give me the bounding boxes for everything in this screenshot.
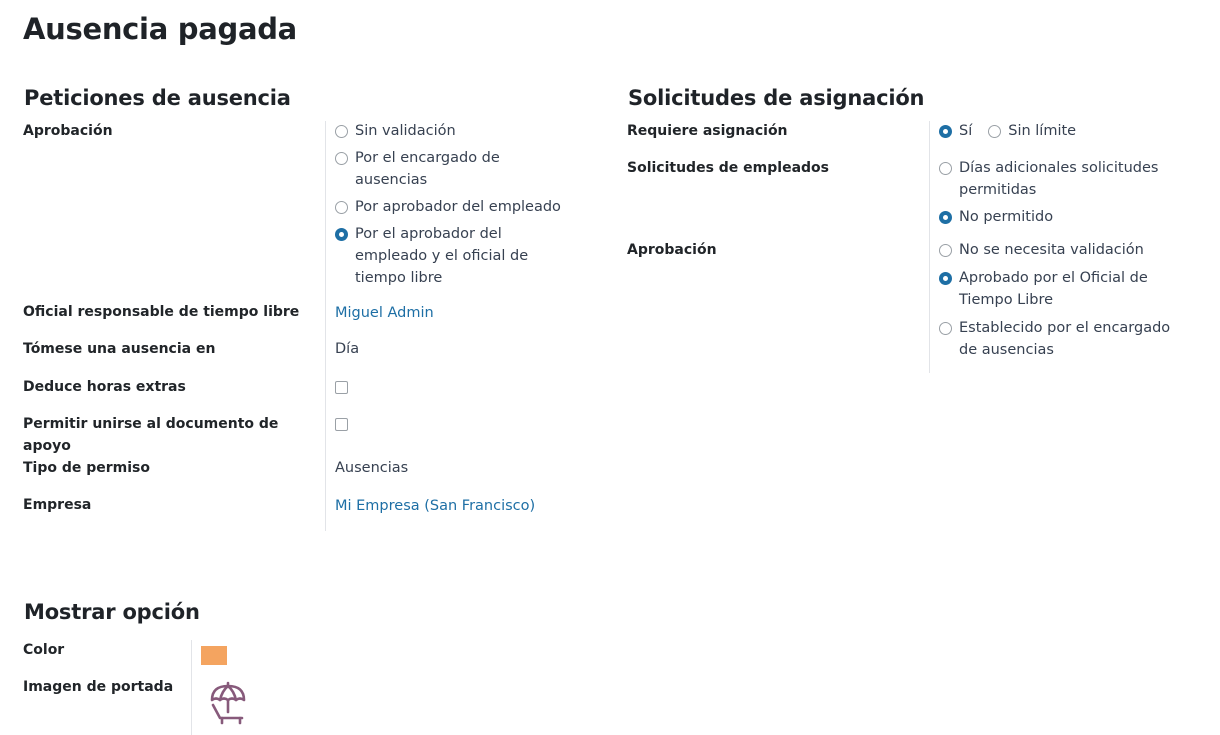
- radio-icon: [939, 162, 952, 175]
- display-divider: [191, 640, 192, 735]
- color-swatch[interactable]: [201, 646, 227, 665]
- employee-requests-option-label: Días adicionales solicitudes permitidas: [959, 160, 1159, 198]
- radio-selected-icon: [939, 211, 952, 224]
- approval-label: Aprobación: [23, 123, 113, 139]
- leave-requests-section-title: Peticiones de ausencia: [24, 86, 291, 110]
- allocation-approval-officer[interactable]: Aprobado por el Oficial de Tiempo Libre: [939, 267, 1179, 311]
- allocation-approval-option-label: Establecido por el encargado de ausencia…: [959, 320, 1171, 358]
- attach-document-checkbox[interactable]: [335, 418, 348, 431]
- color-label: Color: [23, 642, 65, 658]
- allocation-approval-option-label: Aprobado por el Oficial de Tiempo Libre: [959, 270, 1148, 308]
- radio-selected-icon: [939, 272, 952, 285]
- allocation-approval-label: Aprobación: [627, 242, 717, 258]
- page-title: Ausencia pagada: [23, 12, 297, 46]
- requires-allocation-label: Requiere asignación: [627, 123, 788, 139]
- deduct-overtime-checkbox[interactable]: [335, 381, 348, 394]
- approval-radio-group: Sin validación Por el encargado de ausen…: [335, 120, 570, 289]
- left-divider: [325, 121, 326, 531]
- approval-option-no-validation[interactable]: Sin validación: [335, 120, 570, 142]
- allocation-approval-option-label: No se necesita validación: [959, 242, 1144, 258]
- approval-option-employee-approver[interactable]: Por aprobador del empleado: [335, 196, 570, 218]
- requires-allocation-no-limit[interactable]: Sin límite: [988, 120, 1076, 142]
- requires-allocation-radio-group: Sí Sin límite: [939, 120, 1076, 142]
- deduct-overtime-label: Deduce horas extras: [23, 379, 186, 395]
- approval-option-label: Sin validación: [355, 123, 456, 139]
- allocation-approval-no-validation[interactable]: No se necesita validación: [939, 239, 1179, 261]
- radio-icon: [335, 201, 348, 214]
- take-leave-label: Tómese una ausencia en: [23, 341, 216, 357]
- take-leave-value: Día: [335, 341, 360, 357]
- radio-selected-icon: [335, 228, 348, 241]
- employee-requests-not-allowed[interactable]: No permitido: [939, 206, 1179, 228]
- employee-requests-extra-days[interactable]: Días adicionales solicitudes permitidas: [939, 157, 1179, 201]
- beach-umbrella-icon[interactable]: [207, 681, 249, 725]
- requires-option-label: Sí: [959, 123, 973, 139]
- cover-image-label: Imagen de portada: [23, 679, 174, 695]
- approval-option-time-off-manager[interactable]: Por el encargado de ausencias: [335, 147, 570, 191]
- officer-link[interactable]: Miguel Admin: [335, 302, 434, 324]
- allocation-requests-section-title: Solicitudes de asignación: [628, 86, 925, 110]
- employee-requests-radio-group: Días adicionales solicitudes permitidas …: [939, 157, 1179, 228]
- allocation-approval-radio-group: No se necesita validación Aprobado por e…: [939, 239, 1179, 361]
- radio-selected-icon: [939, 125, 952, 138]
- approval-option-label: Por aprobador del empleado: [355, 199, 561, 215]
- allocation-approval-manager[interactable]: Establecido por el encargado de ausencia…: [939, 317, 1179, 361]
- company-label: Empresa: [23, 497, 92, 513]
- employee-requests-option-label: No permitido: [959, 209, 1054, 225]
- approval-option-label: Por el encargado de ausencias: [355, 150, 500, 188]
- approval-option-both[interactable]: Por el aprobador del empleado y el ofici…: [335, 223, 570, 289]
- requires-option-label: Sin límite: [1008, 123, 1077, 139]
- requires-allocation-yes[interactable]: Sí: [939, 120, 972, 142]
- radio-icon: [335, 125, 348, 138]
- approval-option-label: Por el aprobador del empleado y el ofici…: [355, 226, 529, 286]
- radio-icon: [939, 244, 952, 257]
- display-option-section-title: Mostrar opción: [24, 600, 200, 624]
- company-link[interactable]: Mi Empresa (San Francisco): [335, 495, 535, 517]
- leave-type-value: Ausencias: [335, 460, 409, 476]
- employee-requests-label: Solicitudes de empleados: [627, 160, 829, 176]
- attach-document-label: Permitir unirse al documento de apoyo: [23, 416, 279, 454]
- radio-icon: [335, 152, 348, 165]
- radio-icon: [939, 322, 952, 335]
- officer-label: Oficial responsable de tiempo libre: [23, 304, 300, 320]
- right-divider: [929, 121, 930, 373]
- radio-icon: [988, 125, 1002, 138]
- leave-type-label: Tipo de permiso: [23, 460, 151, 476]
